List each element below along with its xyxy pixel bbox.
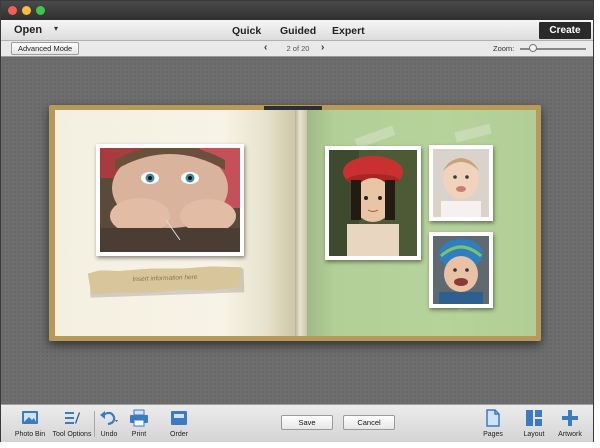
artwork-label: Artwork bbox=[558, 431, 582, 438]
zoom-label: Zoom: bbox=[493, 44, 515, 53]
page-indicator: 2 of 20 bbox=[286, 44, 310, 53]
artwork-button[interactable]: Artwork bbox=[554, 409, 586, 438]
layout-icon bbox=[526, 410, 542, 426]
mode-bar: Open ▾ Quick Guided Expert Create bbox=[1, 20, 593, 41]
photo-baby-image bbox=[433, 149, 489, 217]
chevron-left-icon[interactable]: ‹ bbox=[264, 42, 267, 53]
undo-icon bbox=[100, 411, 118, 426]
chevron-down-icon[interactable]: ▾ bbox=[54, 24, 58, 33]
title-bar bbox=[1, 1, 593, 20]
pages-label: Pages bbox=[483, 431, 503, 438]
photo-girl-red-hat[interactable] bbox=[325, 146, 421, 260]
left-page[interactable]: Insert information here bbox=[55, 110, 295, 336]
photo-girl-image bbox=[329, 150, 417, 256]
close-window-button[interactable] bbox=[8, 6, 17, 15]
cancel-button[interactable]: Cancel bbox=[343, 415, 395, 430]
minimize-window-button[interactable] bbox=[22, 6, 31, 15]
print-label: Print bbox=[131, 431, 147, 438]
zoom-window-button[interactable] bbox=[36, 6, 45, 15]
app-window: Open ▾ Quick Guided Expert Create Advanc… bbox=[0, 0, 594, 442]
print-icon bbox=[130, 409, 148, 427]
layout-label: Layout bbox=[523, 431, 545, 438]
photo-toddler-blue-hat[interactable] bbox=[429, 232, 493, 308]
pages-icon bbox=[486, 409, 500, 427]
advanced-mode-button[interactable]: Advanced Mode bbox=[11, 42, 80, 55]
tab-guided[interactable]: Guided bbox=[280, 25, 316, 37]
tape-decoration bbox=[454, 123, 492, 143]
layout-button[interactable]: Layout bbox=[520, 409, 548, 438]
photo-toddler-image bbox=[433, 236, 489, 304]
order-button[interactable]: Order bbox=[166, 409, 192, 438]
photo-boy-image bbox=[100, 148, 240, 252]
photo-boy[interactable] bbox=[96, 144, 244, 256]
artwork-icon bbox=[562, 410, 578, 426]
pages-button[interactable]: Pages bbox=[479, 409, 507, 438]
caption-placeholder[interactable]: Insert information here bbox=[88, 272, 242, 284]
create-button[interactable]: Create bbox=[539, 22, 591, 39]
photo-bin-button[interactable]: Photo Bin bbox=[10, 409, 50, 438]
tool-options-icon bbox=[65, 412, 80, 424]
undo-button[interactable]: Undo bbox=[96, 409, 122, 438]
photo-baby[interactable] bbox=[429, 145, 493, 221]
zoom-slider-knob[interactable] bbox=[528, 44, 537, 52]
photo-book: Insert information here bbox=[49, 105, 541, 341]
right-page[interactable] bbox=[307, 110, 536, 336]
save-button[interactable]: Save bbox=[281, 415, 333, 430]
canvas-area: Insert information here bbox=[1, 58, 593, 404]
order-label: Order bbox=[170, 431, 188, 438]
open-menu-button[interactable]: Open bbox=[14, 24, 42, 36]
toolbar-divider bbox=[94, 411, 95, 437]
photo-bin-label: Photo Bin bbox=[14, 431, 46, 438]
print-button[interactable]: Print bbox=[126, 409, 152, 438]
tab-expert[interactable]: Expert bbox=[332, 25, 365, 37]
tool-options-label: Tool Options bbox=[52, 431, 92, 438]
tool-options-button[interactable]: Tool Options bbox=[49, 409, 95, 438]
bottom-toolbar: Photo Bin Tool Options Undo Print Order … bbox=[1, 404, 593, 442]
tab-quick[interactable]: Quick bbox=[232, 25, 261, 37]
book-spine bbox=[295, 110, 307, 336]
undo-label: Undo bbox=[100, 431, 118, 438]
photo-bin-icon bbox=[22, 411, 38, 424]
options-bar: Advanced Mode ‹ 2 of 20 › Zoom: bbox=[1, 41, 593, 57]
order-icon bbox=[171, 411, 187, 425]
chevron-right-icon[interactable]: › bbox=[321, 42, 324, 53]
